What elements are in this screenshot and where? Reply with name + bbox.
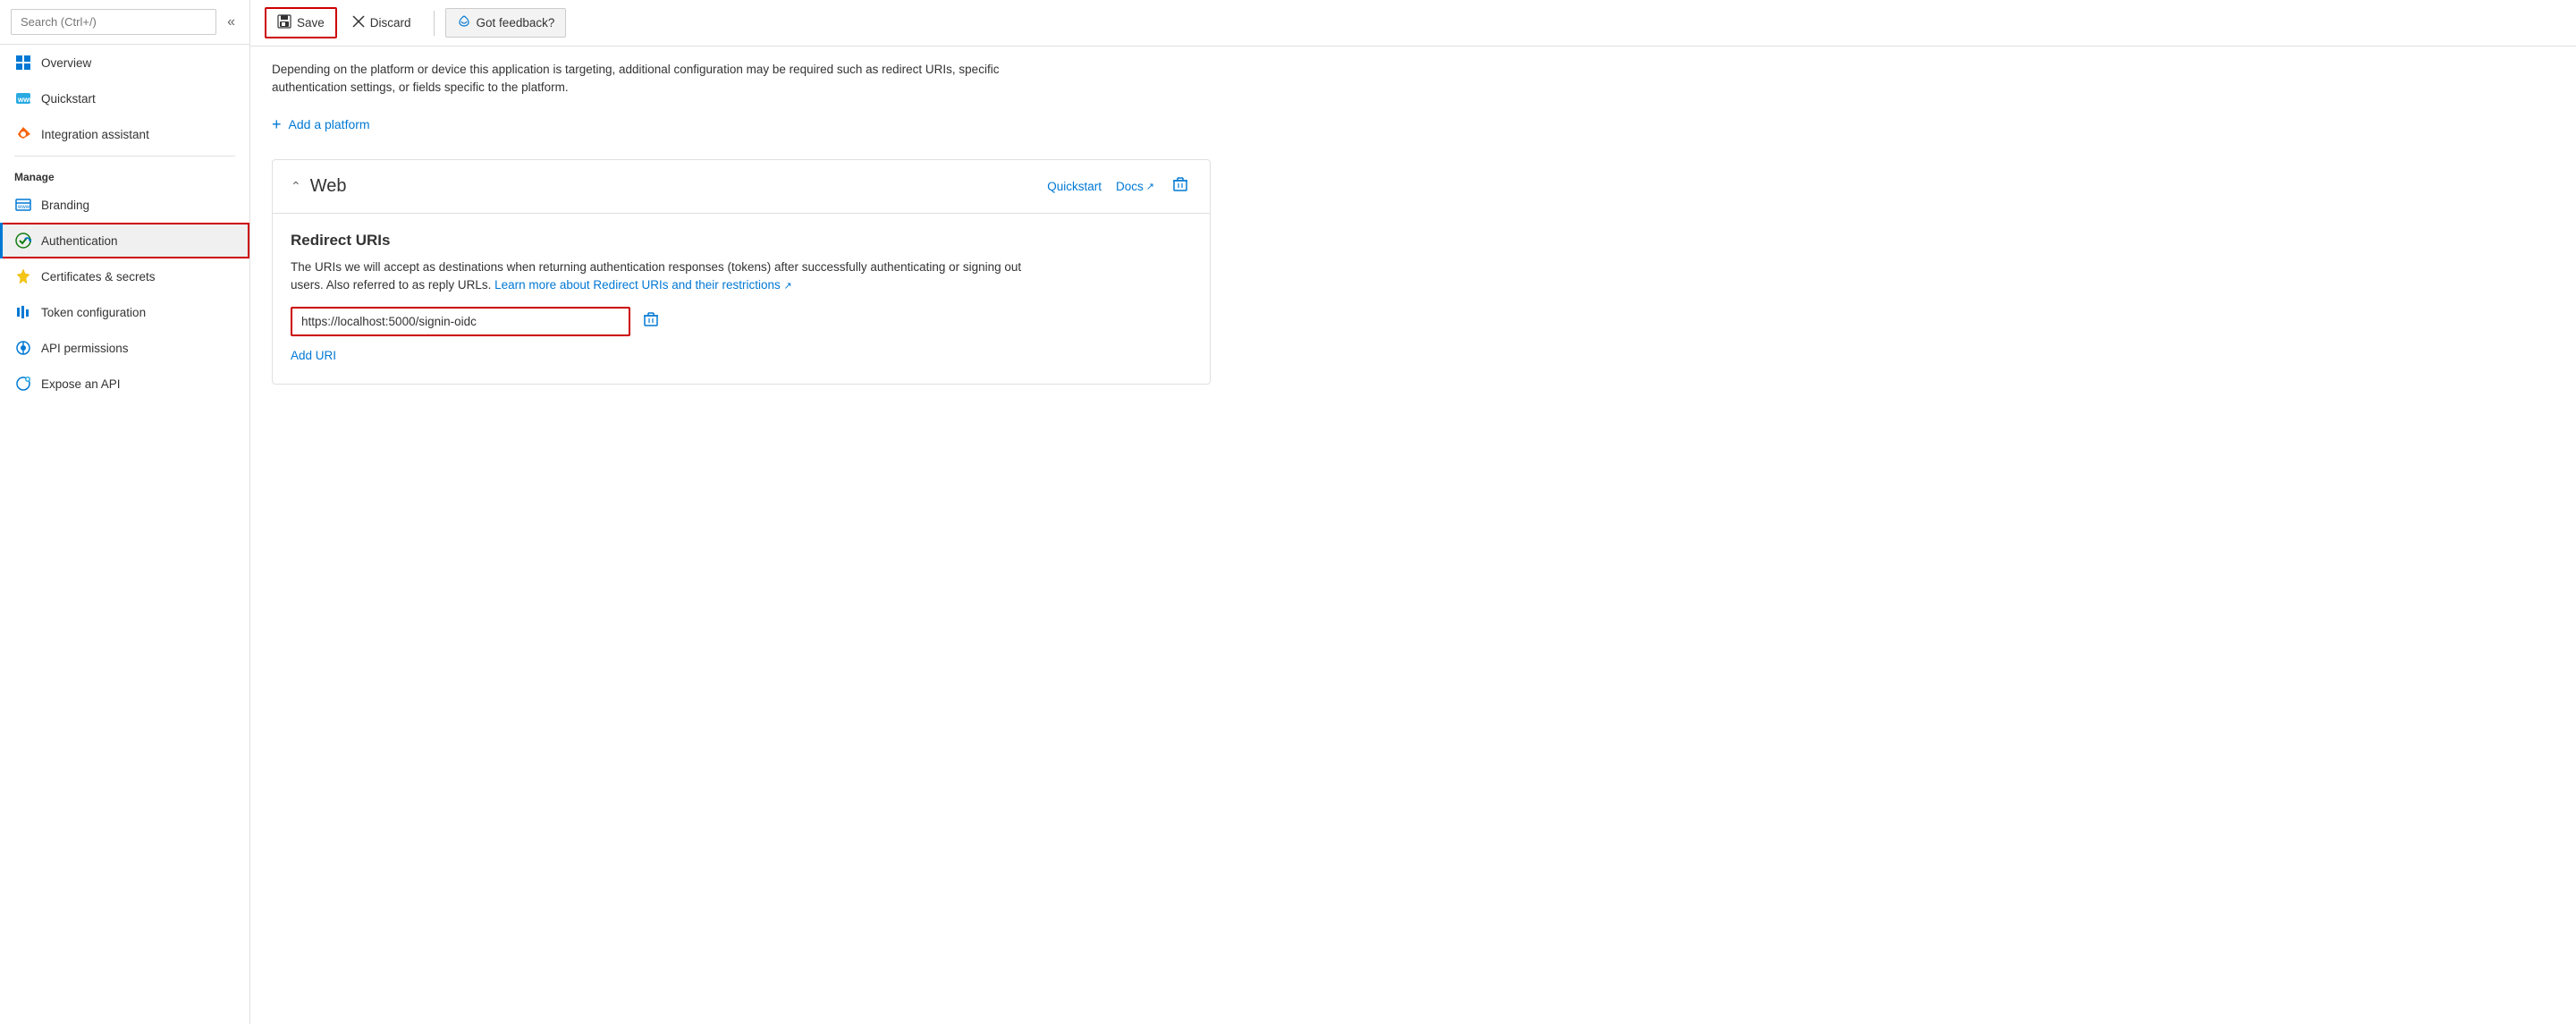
expose-icon [14, 375, 32, 393]
platform-title: ⌃ Web [291, 176, 347, 197]
sidebar-item-certificates-label: Certificates & secrets [41, 270, 156, 284]
add-platform-button[interactable]: + Add a platform [272, 112, 370, 138]
platform-actions: Quickstart Docs ↗ [1047, 174, 1192, 199]
discard-button[interactable]: Discard [341, 9, 423, 37]
main-content: Save Discard Got feedback? Depend [250, 0, 2576, 1024]
svg-text:www: www [17, 205, 30, 210]
content-area: Depending on the platform or device this… [250, 47, 2576, 1024]
branding-icon: www [14, 196, 32, 214]
learn-more-text: Learn more about Redirect URIs and their… [494, 278, 781, 292]
description-text: Depending on the platform or device this… [272, 61, 1077, 97]
toolbar-divider [434, 11, 435, 36]
platform-card-header: ⌃ Web Quickstart Docs ↗ [273, 160, 1210, 214]
sidebar-item-quickstart[interactable]: www Quickstart [0, 80, 249, 116]
token-icon [14, 303, 32, 321]
web-docs-label: Docs [1116, 180, 1144, 193]
save-label: Save [297, 16, 325, 30]
save-icon [277, 14, 291, 31]
web-quickstart-label: Quickstart [1047, 180, 1102, 193]
discard-label: Discard [370, 16, 411, 30]
sidebar-item-api-label: API permissions [41, 342, 129, 355]
save-button[interactable]: Save [265, 7, 337, 38]
platform-card-body: Redirect URIs The URIs we will accept as… [273, 214, 1210, 385]
svg-text:www: www [17, 96, 31, 104]
sidebar-item-token-label: Token configuration [41, 306, 146, 319]
search-bar: « [0, 0, 249, 45]
sidebar: « Overview www Quickstart [0, 0, 250, 1024]
collapse-sidebar-button[interactable]: « [224, 11, 239, 34]
learn-more-link[interactable]: Learn more about Redirect URIs and their… [494, 278, 792, 292]
toolbar: Save Discard Got feedback? [250, 0, 2576, 47]
add-platform-label: Add a platform [289, 117, 370, 131]
delete-web-platform-button[interactable] [1169, 174, 1192, 199]
plus-icon: + [272, 115, 282, 134]
sidebar-item-api-permissions[interactable]: API permissions [0, 330, 249, 366]
sidebar-item-branding-label: Branding [41, 199, 89, 212]
redirect-uris-description: The URIs we will accept as destinations … [291, 258, 1051, 295]
feedback-icon [457, 14, 471, 31]
uri-row [291, 307, 1192, 336]
platform-title-text: Web [310, 176, 347, 197]
sidebar-item-expose-label: Expose an API [41, 377, 121, 391]
sidebar-item-integration-label: Integration assistant [41, 128, 149, 141]
delete-uri-button[interactable] [639, 309, 663, 334]
feedback-label: Got feedback? [477, 16, 555, 30]
add-uri-label: Add URI [291, 349, 336, 362]
web-platform-card: ⌃ Web Quickstart Docs ↗ [272, 159, 1211, 385]
api-icon [14, 339, 32, 357]
sidebar-item-quickstart-label: Quickstart [41, 92, 96, 106]
sidebar-item-expose-api[interactable]: Expose an API [0, 366, 249, 402]
web-docs-link[interactable]: Docs ↗ [1116, 180, 1154, 193]
search-input[interactable] [11, 9, 216, 35]
redirect-uris-title: Redirect URIs [291, 232, 1192, 250]
add-uri-button[interactable]: Add URI [291, 345, 336, 366]
manage-section-label: Manage [0, 160, 249, 187]
web-quickstart-link[interactable]: Quickstart [1047, 180, 1102, 193]
discard-icon [352, 15, 365, 30]
chevron-up-icon[interactable]: ⌃ [291, 179, 301, 194]
sidebar-nav: Overview www Quickstart Integration assi… [0, 45, 249, 1024]
sidebar-item-authentication[interactable]: Authentication [0, 223, 249, 258]
sidebar-item-token-configuration[interactable]: Token configuration [0, 294, 249, 330]
sidebar-item-branding[interactable]: www Branding [0, 187, 249, 223]
learn-more-external-icon: ↗ [784, 281, 792, 292]
quickstart-icon: www [14, 89, 32, 107]
sidebar-item-certificates[interactable]: Certificates & secrets [0, 258, 249, 294]
feedback-button[interactable]: Got feedback? [445, 8, 567, 38]
uri-input[interactable] [291, 307, 630, 336]
sidebar-item-authentication-label: Authentication [41, 234, 118, 248]
sidebar-item-overview[interactable]: Overview [0, 45, 249, 80]
nav-divider [14, 156, 235, 157]
external-link-icon: ↗ [1146, 181, 1154, 192]
sidebar-item-overview-label: Overview [41, 56, 91, 70]
authentication-icon [14, 232, 32, 250]
integration-icon [14, 125, 32, 143]
sidebar-item-integration-assistant[interactable]: Integration assistant [0, 116, 249, 152]
overview-icon [14, 54, 32, 72]
certificates-icon [14, 267, 32, 285]
